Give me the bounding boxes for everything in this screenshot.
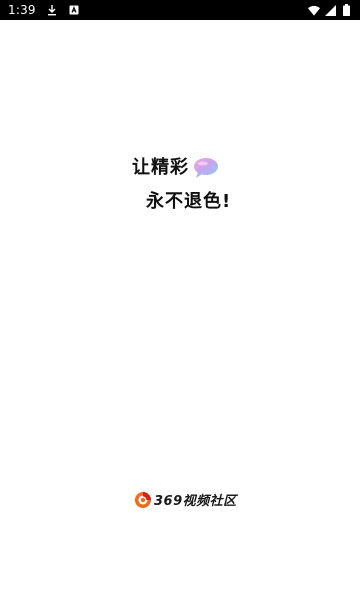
download-icon: [46, 4, 58, 16]
brand-footer: 369视频社区: [134, 490, 237, 509]
brand-name: 369视频社区: [154, 494, 237, 509]
slogan-line-2-text: 永不退色!: [146, 191, 232, 212]
brand-logo-icon: [134, 491, 152, 509]
wifi-icon: [308, 4, 320, 16]
battery-icon: [340, 4, 352, 16]
speech-bubble-icon: [193, 157, 219, 179]
status-right: [308, 4, 352, 16]
splash-screen: 1:39 让精彩 永不退色! 369视频社区: [0, 0, 360, 600]
slogan-line-1-text: 让精彩: [132, 157, 189, 178]
app-notification-icon: [68, 4, 80, 16]
slogan-line-2: 永不退色!: [146, 190, 231, 214]
slogan-line-1: 让精彩: [132, 156, 219, 180]
status-left: 1:39: [8, 3, 80, 17]
status-bar: 1:39: [0, 0, 360, 20]
status-time: 1:39: [8, 3, 36, 17]
signal-icon: [324, 4, 336, 16]
